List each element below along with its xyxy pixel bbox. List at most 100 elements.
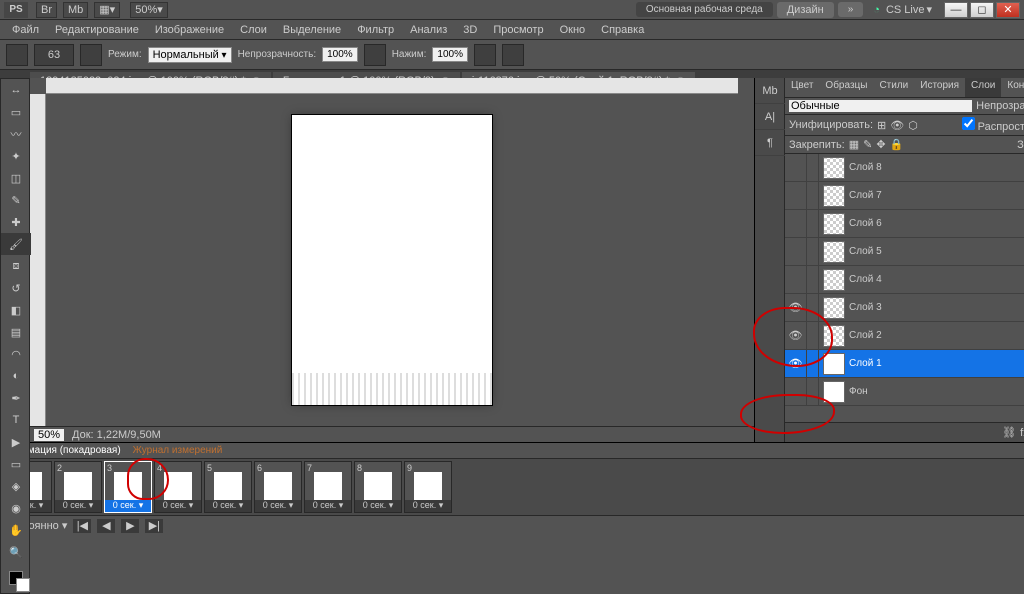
menu-filter[interactable]: Фильтр (349, 24, 402, 36)
screen-mode-button[interactable]: Br (36, 2, 57, 18)
layer-link-cell[interactable] (807, 350, 819, 378)
first-frame-button[interactable]: |◀ (73, 519, 91, 533)
frame[interactable]: 80 сек. ▾ (354, 461, 402, 513)
crop-tool[interactable]: ◫ (1, 167, 31, 189)
layer-name[interactable]: Слой 5 (849, 246, 882, 257)
layer-name[interactable]: Слой 3 (849, 302, 882, 313)
frame[interactable]: 90 сек. ▾ (404, 461, 452, 513)
menu-analysis[interactable]: Анализ (402, 24, 455, 36)
layer-row[interactable]: 👁 Слой 2 (785, 322, 1024, 350)
move-tool[interactable]: ↔ (1, 79, 31, 101)
blend-mode-select[interactable]: Нормальный ▾ (148, 47, 232, 63)
cslive-label[interactable]: CS Live (886, 4, 925, 16)
link-layers-icon[interactable]: ⛓ (1002, 426, 1016, 439)
visibility-toggle[interactable]: 👁 (785, 350, 807, 378)
hand-tool[interactable]: ✋ (1, 519, 31, 541)
menu-file[interactable]: Файл (4, 24, 47, 36)
frame-duration[interactable]: 0 сек. ▾ (55, 500, 101, 512)
layer-link-cell[interactable] (807, 266, 819, 294)
workspace-switcher[interactable]: Дизайн (777, 2, 834, 18)
lock-brush-icon[interactable]: ✎ (863, 138, 872, 151)
menu-edit[interactable]: Редактирование (47, 24, 147, 36)
frame-duration[interactable]: 0 сек. ▾ (205, 500, 251, 512)
frames-strip[interactable]: 10 сек. ▾20 сек. ▾30 сек. ▾40 сек. ▾50 с… (0, 459, 1024, 515)
lock-pixels-icon[interactable]: ▦ (849, 138, 859, 151)
layer-thumbnail[interactable] (823, 269, 845, 291)
zoom-select[interactable]: 50% ▾ (130, 2, 168, 18)
brush-panel-toggle[interactable] (80, 44, 102, 66)
tab-styles[interactable]: Стили (873, 78, 914, 97)
layer-thumbnail[interactable] (823, 185, 845, 207)
minimize-button[interactable]: — (944, 2, 968, 18)
layer-row[interactable]: Слой 4 (785, 266, 1024, 294)
brush-preset-picker[interactable]: 63 (34, 44, 74, 66)
opacity-input[interactable]: 100% (322, 47, 358, 62)
propagate-checkbox[interactable] (962, 117, 975, 130)
vertical-ruler[interactable] (30, 94, 46, 426)
path-select-tool[interactable]: ▶ (1, 431, 31, 453)
dock-char-icon[interactable]: A| (755, 104, 785, 130)
cslive-icon[interactable]: ◔ (873, 4, 880, 16)
mini-bridge-button[interactable]: Mb (63, 2, 88, 18)
layer-row[interactable]: Слой 7 (785, 182, 1024, 210)
dock-mb-icon[interactable]: Mb (755, 78, 785, 104)
layer-thumbnail[interactable] (823, 325, 845, 347)
lasso-tool[interactable]: 〰 (1, 123, 31, 145)
layer-link-cell[interactable] (807, 294, 819, 322)
layer-name[interactable]: Слой 4 (849, 274, 882, 285)
layer-fx-icon[interactable]: fx (1020, 427, 1024, 439)
layer-name[interactable]: Слой 2 (849, 330, 882, 341)
airbrush-icon[interactable] (474, 44, 496, 66)
tab-paths[interactable]: Контуры (1001, 78, 1024, 97)
horizontal-ruler[interactable] (46, 78, 738, 94)
layer-link-cell[interactable] (807, 154, 819, 182)
heal-tool[interactable]: ✚ (1, 211, 31, 233)
3d-camera-tool[interactable]: ◉ (1, 497, 31, 519)
history-brush-tool[interactable]: ↺ (1, 277, 31, 299)
visibility-toggle[interactable] (785, 266, 807, 294)
dock-para-icon[interactable]: ¶ (755, 130, 785, 156)
visibility-toggle[interactable]: 👁 (785, 294, 807, 322)
frame[interactable]: 30 сек. ▾ (104, 461, 152, 513)
layers-list[interactable]: Слой 8Слой 7Слой 6Слой 5Слой 4👁Слой 3👁Сл… (785, 154, 1024, 422)
eraser-tool[interactable]: ◧ (1, 299, 31, 321)
menu-select[interactable]: Выделение (275, 24, 349, 36)
unify-style-icon[interactable]: ⬡ (908, 119, 918, 132)
eyedropper-tool[interactable]: ✎ (1, 189, 31, 211)
play-button[interactable]: ▶ (121, 519, 139, 533)
frame-duration[interactable]: 0 сек. ▾ (105, 500, 151, 512)
marquee-tool[interactable]: ▭ (1, 101, 31, 123)
layer-thumbnail[interactable] (823, 297, 845, 319)
frame[interactable]: 20 сек. ▾ (54, 461, 102, 513)
pen-tool[interactable]: ✒ (1, 387, 31, 409)
visibility-toggle[interactable] (785, 378, 807, 406)
tab-history[interactable]: История (914, 78, 965, 97)
blend-mode[interactable]: Обычные (789, 100, 972, 112)
layer-link-cell[interactable] (807, 210, 819, 238)
menu-image[interactable]: Изображение (147, 24, 232, 36)
canvas-area[interactable] (30, 78, 754, 442)
type-tool[interactable]: T (1, 409, 31, 431)
visibility-toggle[interactable]: 👁 (785, 322, 807, 350)
current-tool-icon[interactable] (6, 44, 28, 66)
cslive-dropdown[interactable]: ▾ (926, 3, 932, 16)
frame-duration[interactable]: 0 сек. ▾ (305, 500, 351, 512)
close-button[interactable]: ✕ (996, 2, 1020, 18)
workspace-more[interactable]: » (838, 2, 864, 17)
flow-input[interactable]: 100% (432, 47, 468, 62)
layer-row[interactable]: 👁 Слой 3 (785, 294, 1024, 322)
tab-measure-log[interactable]: Журнал измерений (127, 445, 229, 456)
menu-window[interactable]: Окно (552, 24, 594, 36)
dodge-tool[interactable]: ◐ (1, 365, 31, 387)
next-frame-button[interactable]: ▶| (145, 519, 163, 533)
layer-row[interactable]: Фон🔒 (785, 378, 1024, 406)
frame-duration[interactable]: 0 сек. ▾ (355, 500, 401, 512)
layer-link-cell[interactable] (807, 182, 819, 210)
shape-tool[interactable]: ▭ (1, 453, 31, 475)
tab-color[interactable]: Цвет (785, 78, 819, 97)
frame-duration[interactable]: 0 сек. ▾ (405, 500, 451, 512)
gradient-tool[interactable]: ▤ (1, 321, 31, 343)
lock-all-icon[interactable]: 🔒 (890, 138, 904, 151)
layer-link-cell[interactable] (807, 378, 819, 406)
layer-name[interactable]: Слой 8 (849, 162, 882, 173)
